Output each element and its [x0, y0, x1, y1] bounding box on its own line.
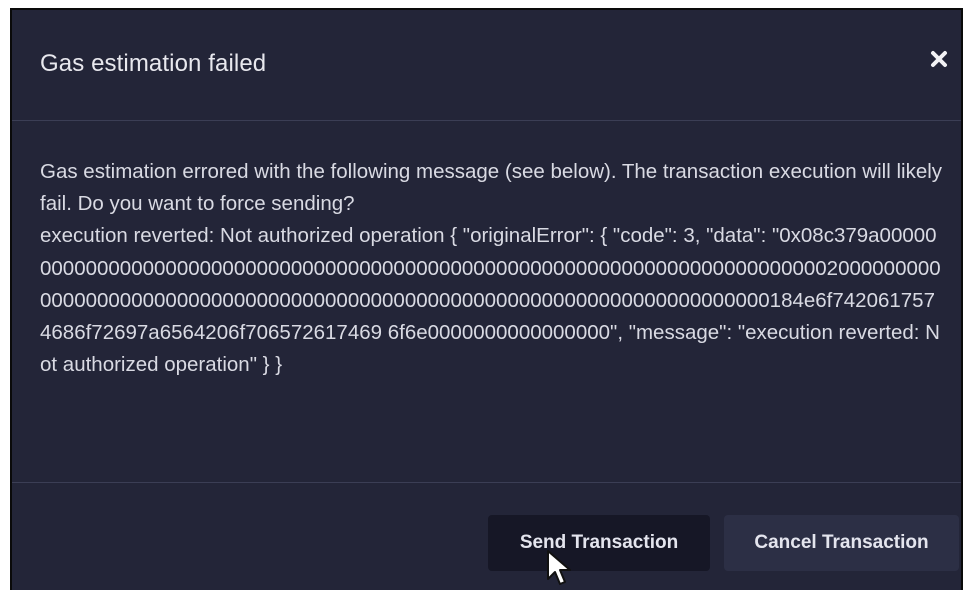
gas-estimation-dialog: Gas estimation failed Gas estimation err… — [10, 8, 963, 590]
dialog-footer: Send Transaction Cancel Transaction — [12, 482, 961, 590]
send-transaction-button[interactable]: Send Transaction — [488, 515, 710, 571]
close-icon[interactable] — [925, 45, 953, 73]
dialog-header: Gas estimation failed — [12, 10, 961, 121]
error-message: Gas estimation errored with the followin… — [40, 160, 943, 377]
cancel-transaction-button[interactable]: Cancel Transaction — [724, 515, 959, 571]
dialog-title: Gas estimation failed — [40, 50, 267, 77]
